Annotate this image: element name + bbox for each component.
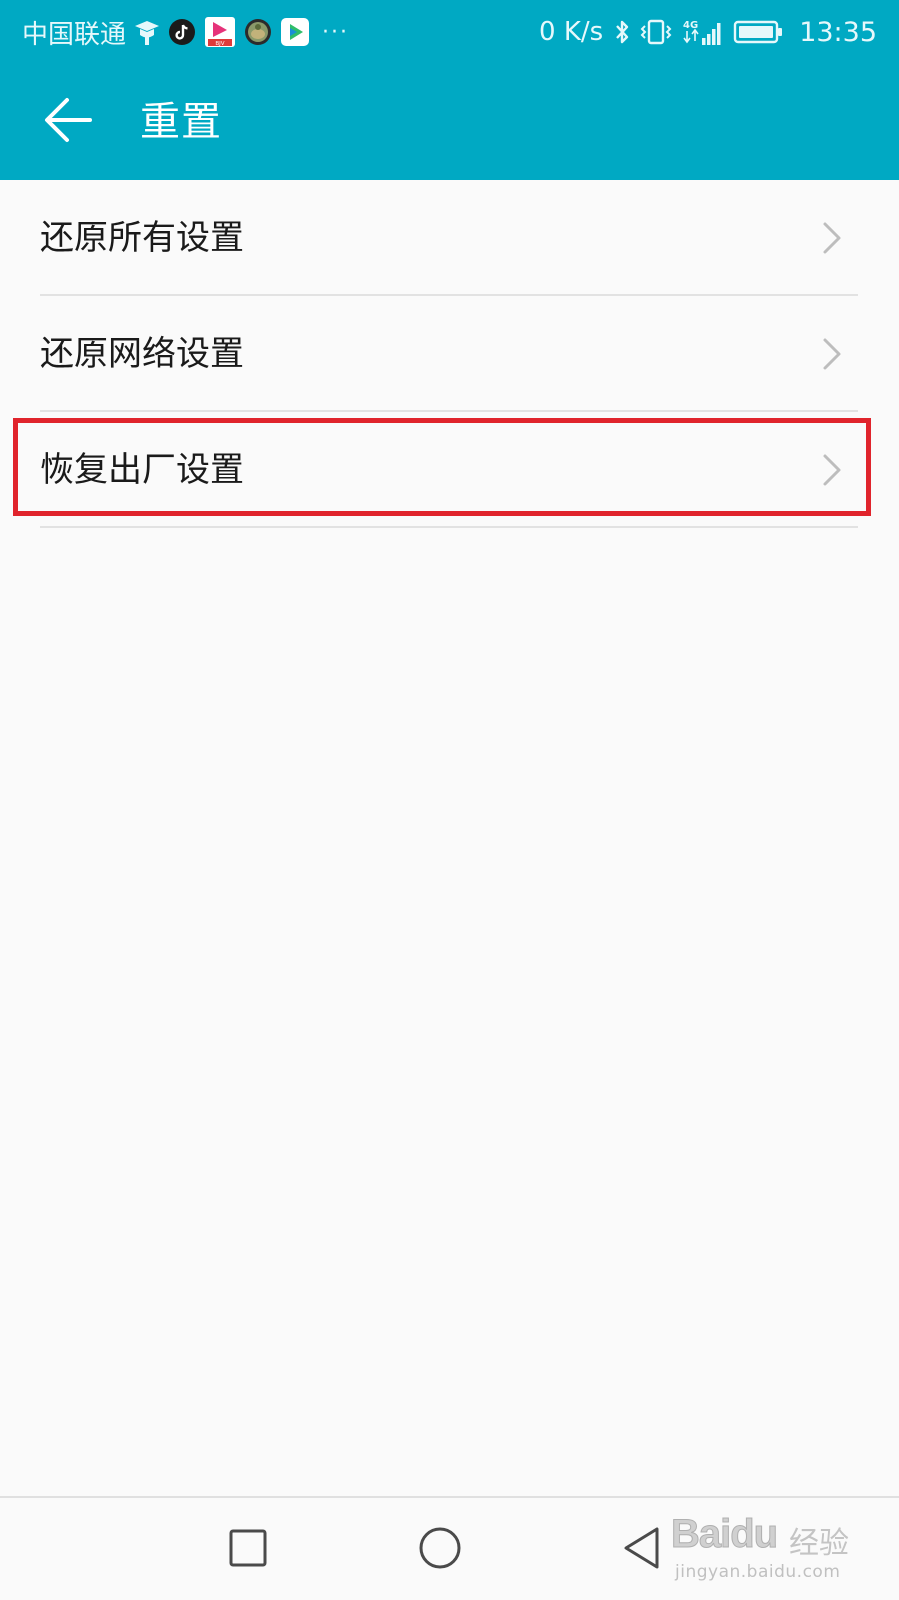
list-item-label: 恢复出厂设置 [40, 450, 244, 490]
battery-icon [733, 18, 785, 46]
chevron-right-icon [817, 336, 845, 372]
status-left-group: 中国联通 BJV ··· [22, 0, 349, 64]
arrow-left-icon [43, 97, 93, 147]
tiktok-icon [168, 18, 196, 46]
signal-4g-icon: 4G [681, 17, 725, 47]
recent-apps-icon [227, 1527, 269, 1573]
back-nav-button[interactable] [612, 1520, 672, 1580]
divider [40, 526, 858, 528]
turtle-app-icon [244, 18, 272, 46]
chevron-right-icon [817, 220, 845, 256]
navigation-bar [0, 1496, 899, 1600]
network-speed: 0 K/s [539, 17, 604, 47]
back-button[interactable] [36, 92, 100, 152]
vibrate-icon [639, 18, 673, 46]
video-play-app-icon [280, 17, 310, 47]
status-right-group: 0 K/s 4G 13:35 [539, 0, 877, 64]
back-triangle-icon [620, 1525, 664, 1575]
status-bar: 中国联通 BJV ··· 0 K/s 4G 13:35 [0, 0, 899, 64]
chevron-right-icon [817, 452, 845, 488]
svg-text:BJV: BJV [215, 41, 224, 47]
student-cap-icon [134, 18, 160, 46]
app-bar: 重置 [0, 64, 899, 180]
video-app-icon: BJV [204, 16, 236, 48]
carrier-label: 中国联通 [22, 19, 127, 50]
reset-options-list: 还原所有设置 还原网络设置 恢复出厂设置 [0, 180, 899, 528]
page-title: 重置 [140, 99, 222, 145]
list-item-reset-network-settings[interactable]: 还原网络设置 [0, 296, 899, 412]
home-icon [417, 1525, 463, 1575]
more-notifications-indicator: ··· [322, 19, 349, 45]
bluetooth-icon [613, 18, 631, 46]
clock: 13:35 [799, 16, 877, 48]
list-item-reset-all-settings[interactable]: 还原所有设置 [0, 180, 899, 296]
list-item-factory-reset[interactable]: 恢复出厂设置 [0, 412, 899, 528]
list-item-label: 还原所有设置 [40, 218, 244, 258]
recent-apps-button[interactable] [218, 1520, 278, 1580]
svg-text:4G: 4G [683, 20, 698, 31]
list-item-label: 还原网络设置 [40, 334, 244, 374]
home-button[interactable] [410, 1520, 470, 1580]
